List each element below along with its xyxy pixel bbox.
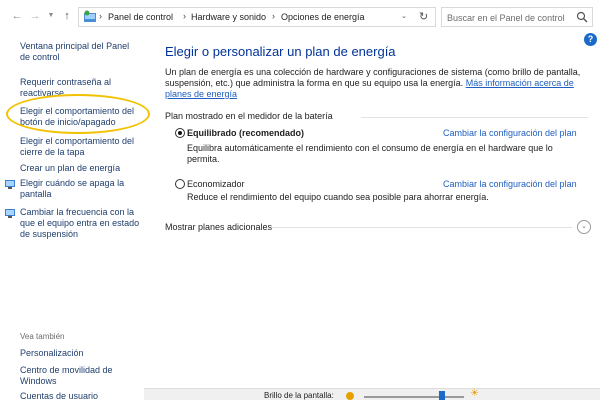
forward-arrow-icon[interactable]: → <box>28 9 42 23</box>
page-title: Elegir o personalizar un plan de energía <box>165 44 396 59</box>
sidebar-link-turn-off-display[interactable]: Elegir cuándo se apaga la pantalla <box>20 178 140 200</box>
brightness-low-sun-icon <box>346 392 354 400</box>
breadcrumb-separator: › <box>99 11 102 21</box>
display-settings-icon <box>5 180 15 189</box>
brightness-slider[interactable] <box>364 391 464 400</box>
address-dropdown-chevron-icon[interactable]: ⌄ <box>401 12 407 20</box>
refresh-icon[interactable]: ↻ <box>419 10 428 23</box>
search-input[interactable] <box>447 11 572 24</box>
breadcrumb-separator: › <box>272 11 275 21</box>
up-arrow-icon[interactable]: ↑ <box>60 9 74 23</box>
plan-balanced-name[interactable]: Equilibrado (recomendado) <box>187 128 304 138</box>
breadcrumb-separator: › <box>183 11 186 21</box>
breadcrumb-hardware-sound[interactable]: Hardware y sonido <box>191 12 266 22</box>
intro-text: Un plan de energía es una colección de h… <box>165 67 590 100</box>
show-additional-plans-label[interactable]: Mostrar planes adicionales <box>165 222 272 232</box>
sidebar-link-control-panel-home[interactable]: Ventana principal del Panel de control <box>20 41 140 63</box>
brightness-high-sun-icon: ☀ <box>470 388 479 399</box>
section-divider <box>361 117 588 118</box>
section-divider <box>272 227 572 228</box>
recent-locations-chevron-icon[interactable]: ▼ <box>44 9 58 23</box>
breadcrumb-power-options[interactable]: Opciones de energía <box>281 12 365 22</box>
plan-balanced-radio[interactable] <box>175 128 185 138</box>
sidebar-link-personalization[interactable]: Personalización <box>20 348 140 359</box>
sidebar-link-create-plan[interactable]: Crear un plan de energía <box>20 163 140 174</box>
sidebar-link-user-accounts[interactable]: Cuentas de usuario <box>20 391 140 400</box>
highlight-annotation-ellipse <box>6 94 150 134</box>
sidebar-link-mobility-center[interactable]: Centro de movilidad de Windows <box>20 365 140 387</box>
brightness-bar: Brillo de la pantalla: ☀ <box>144 388 600 400</box>
sidebar-link-lid-close-behavior[interactable]: Elegir el comportamiento del cierre de l… <box>20 136 140 158</box>
control-panel-icon <box>84 10 96 22</box>
help-icon[interactable]: ? <box>584 33 597 46</box>
plan-balanced-change-settings-link[interactable]: Cambiar la configuración del plan <box>443 128 577 138</box>
plan-power-saver-change-settings-link[interactable]: Cambiar la configuración del plan <box>443 179 577 189</box>
brightness-slider-thumb[interactable] <box>439 391 445 400</box>
battery-meter-section-label: Plan mostrado en el medidor de la baterí… <box>165 111 333 121</box>
plan-balanced-description: Equilibra automáticamente el rendimiento… <box>187 143 553 164</box>
plan-power-saver-description: Reduce el rendimiento del equipo cuando … <box>187 192 489 202</box>
breadcrumb-control-panel[interactable]: Panel de control <box>108 12 173 22</box>
address-bar: ← → ▼ ↑ › Panel de control › Hardware y … <box>0 0 600 32</box>
plan-power-saver-radio[interactable] <box>175 179 185 189</box>
back-arrow-icon[interactable]: ← <box>10 9 24 23</box>
sidebar-link-sleep-frequency[interactable]: Cambiar la frecuencia con la que el equi… <box>20 207 140 240</box>
search-icon[interactable] <box>576 11 588 23</box>
left-task-pane: Ventana principal del Panel de control R… <box>0 32 150 400</box>
see-also-heading: Vea también <box>20 332 65 341</box>
sleep-settings-icon <box>5 209 15 218</box>
expand-chevron-icon[interactable]: ⌄ <box>577 220 591 234</box>
brightness-label: Brillo de la pantalla: <box>264 391 334 400</box>
search-box[interactable] <box>441 7 593 27</box>
plan-power-saver-name[interactable]: Economizador <box>187 179 245 189</box>
breadcrumb[interactable]: › Panel de control › Hardware y sonido ›… <box>78 7 436 27</box>
